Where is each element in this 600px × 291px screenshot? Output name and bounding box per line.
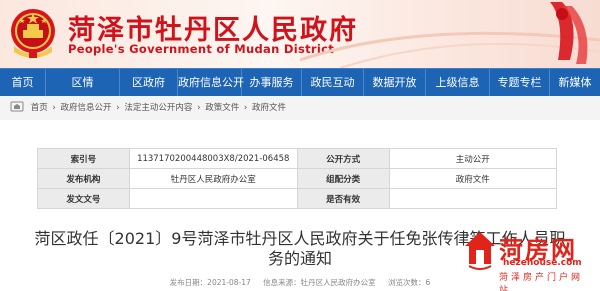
publish-date: 发布日期：2021-08-17 bbox=[169, 278, 251, 287]
watermark-url: hezehouse.com bbox=[503, 258, 582, 268]
nav-item-special-topics[interactable]: 专题专栏 bbox=[490, 69, 550, 97]
table-row: 发文文号 是否有效 bbox=[37, 188, 558, 209]
national-emblem-icon bbox=[11, 9, 55, 58]
document-info-table: 索引号 113717020044800​3X8/2021-06458 公开方式 … bbox=[37, 148, 558, 209]
validity-value bbox=[388, 188, 558, 209]
table-row: 发布机构 牡丹区人民政府办公室 组配分类 政府文件 bbox=[37, 168, 558, 189]
breadcrumb-separator: › bbox=[197, 103, 201, 113]
nav-item-open-data[interactable]: 数据开放 bbox=[364, 69, 426, 97]
breadcrumb-item[interactable]: 首页 bbox=[31, 103, 48, 113]
doc-no-label: 发文文号 bbox=[37, 188, 130, 209]
breadcrumb: 首页 › 政府信息公开 › 法定主动公开内容 › 政策文件 › 政府文件 bbox=[0, 96, 600, 120]
index-label: 索引号 bbox=[37, 148, 130, 169]
breadcrumb-item[interactable]: 政府文件 bbox=[252, 103, 286, 113]
nav-item-interaction[interactable]: 政民互动 bbox=[302, 69, 364, 97]
nav-item-district-gov[interactable]: 区政府 bbox=[120, 69, 178, 97]
breadcrumb-item[interactable]: 政府信息公开 bbox=[61, 103, 112, 113]
site-header: 菏泽市牡丹区人民政府 People's Government of Mudan … bbox=[0, 0, 600, 68]
nav-item-info-disclosure[interactable]: 政府信息公开 bbox=[178, 69, 244, 97]
watermark-tagline: 菏泽房产门户网站 bbox=[499, 273, 584, 291]
category-label: 组配分类 bbox=[296, 168, 390, 189]
nav-item-superior-info[interactable]: 上级信息 bbox=[426, 69, 490, 97]
site-watermark: 菏房网 hezehouse.com 菏泽房产门户网站 bbox=[463, 226, 593, 291]
index-value: 113717020044800​3X8/2021-06458 bbox=[128, 148, 298, 169]
house-logo-icon bbox=[465, 232, 495, 270]
doc-no-value bbox=[128, 188, 298, 209]
breadcrumb-separator: › bbox=[52, 103, 56, 113]
breadcrumb-separator: › bbox=[116, 103, 120, 113]
site-subtitle: People's Government of Mudan District bbox=[68, 42, 335, 56]
breadcrumb-item[interactable]: 法定主动公开内容 bbox=[124, 103, 192, 113]
nav-item-new-media[interactable]: 新媒体 bbox=[550, 69, 600, 97]
nav-item-home[interactable]: 首页 bbox=[0, 69, 46, 97]
view-count: 浏览次数：6 bbox=[388, 278, 431, 287]
breadcrumb-separator: › bbox=[243, 103, 248, 113]
header-decoration bbox=[300, 2, 600, 68]
disclosure-value: 主动公开 bbox=[388, 148, 558, 169]
home-icon bbox=[10, 101, 24, 112]
nav-item-services[interactable]: 办事服务 bbox=[242, 69, 302, 97]
main-nav: 首页 区情 区政府 政府信息公开 办事服务 政民互动 数据开放 上级信息 专题专… bbox=[0, 68, 600, 97]
issuer-value: 牡丹区人民政府办公室 bbox=[128, 168, 298, 189]
disclosure-label: 公开方式 bbox=[296, 148, 390, 169]
validity-label: 是否有效 bbox=[296, 188, 390, 209]
page: 菏泽市牡丹区人民政府 People's Government of Mudan … bbox=[0, 0, 600, 291]
issuer-label: 发布机构 bbox=[37, 168, 130, 189]
info-source: 信息来源：牡丹区人民政府办公室 bbox=[263, 278, 376, 287]
nav-item-overview[interactable]: 区情 bbox=[46, 69, 120, 97]
category-value: 政府文件 bbox=[388, 168, 558, 189]
breadcrumb-item[interactable]: 政策文件 bbox=[205, 103, 239, 113]
table-row: 索引号 113717020044800​3X8/2021-06458 公开方式 … bbox=[37, 148, 558, 169]
